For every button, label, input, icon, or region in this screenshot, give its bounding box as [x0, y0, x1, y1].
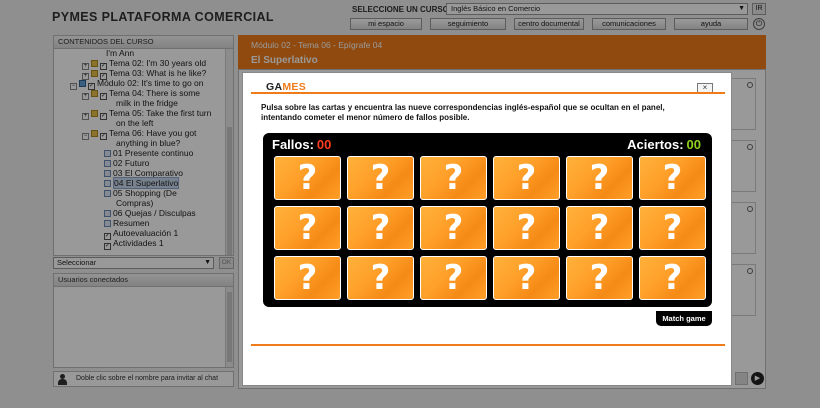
question-mark-icon: ?	[516, 258, 537, 298]
memory-card[interactable]: ?	[566, 206, 633, 250]
memory-card[interactable]: ?	[347, 206, 414, 250]
question-mark-icon: ?	[370, 258, 391, 298]
question-mark-icon: ?	[370, 158, 391, 198]
question-mark-icon: ?	[662, 208, 683, 248]
memory-card[interactable]: ?	[639, 206, 706, 250]
memory-card[interactable]: ?	[420, 206, 487, 250]
memory-card[interactable]: ?	[566, 256, 633, 300]
games-modal: GAMES × Pulsa sobre las cartas y encuent…	[242, 72, 732, 386]
question-mark-icon: ?	[662, 258, 683, 298]
question-mark-icon: ?	[662, 158, 683, 198]
question-mark-icon: ?	[297, 208, 318, 248]
aciertos-value: 00	[686, 137, 701, 152]
memory-card[interactable]: ?	[566, 156, 633, 200]
memory-card[interactable]: ?	[493, 256, 560, 300]
question-mark-icon: ?	[443, 258, 464, 298]
fallos-value: 00	[316, 137, 332, 152]
question-mark-icon: ?	[589, 158, 610, 198]
memory-card[interactable]: ?	[274, 156, 341, 200]
divider	[251, 92, 725, 94]
memory-card[interactable]: ?	[639, 256, 706, 300]
question-mark-icon: ?	[370, 208, 391, 248]
aciertos-score: Aciertos: 00	[627, 137, 701, 152]
question-mark-icon: ?	[516, 208, 537, 248]
question-mark-icon: ?	[589, 258, 610, 298]
question-mark-icon: ?	[443, 208, 464, 248]
memory-card[interactable]: ?	[420, 156, 487, 200]
memory-card[interactable]: ?	[347, 156, 414, 200]
question-mark-icon: ?	[516, 158, 537, 198]
fallos-score: Fallos: 00	[272, 137, 332, 152]
memory-card[interactable]: ?	[274, 256, 341, 300]
game-instructions: Pulsa sobre las cartas y encuentra las n…	[261, 103, 665, 122]
question-mark-icon: ?	[297, 158, 318, 198]
memory-card[interactable]: ?	[347, 256, 414, 300]
memory-card[interactable]: ?	[493, 156, 560, 200]
question-mark-icon: ?	[297, 258, 318, 298]
memory-card[interactable]: ?	[274, 206, 341, 250]
divider	[251, 344, 725, 346]
match-game-label: Match game	[656, 311, 712, 326]
memory-card[interactable]: ?	[493, 206, 560, 250]
memory-card[interactable]: ?	[420, 256, 487, 300]
game-board: Fallos: 00 Aciertos: 00 ??????????????????	[263, 133, 712, 307]
memory-card[interactable]: ?	[639, 156, 706, 200]
question-mark-icon: ?	[589, 208, 610, 248]
question-mark-icon: ?	[443, 158, 464, 198]
